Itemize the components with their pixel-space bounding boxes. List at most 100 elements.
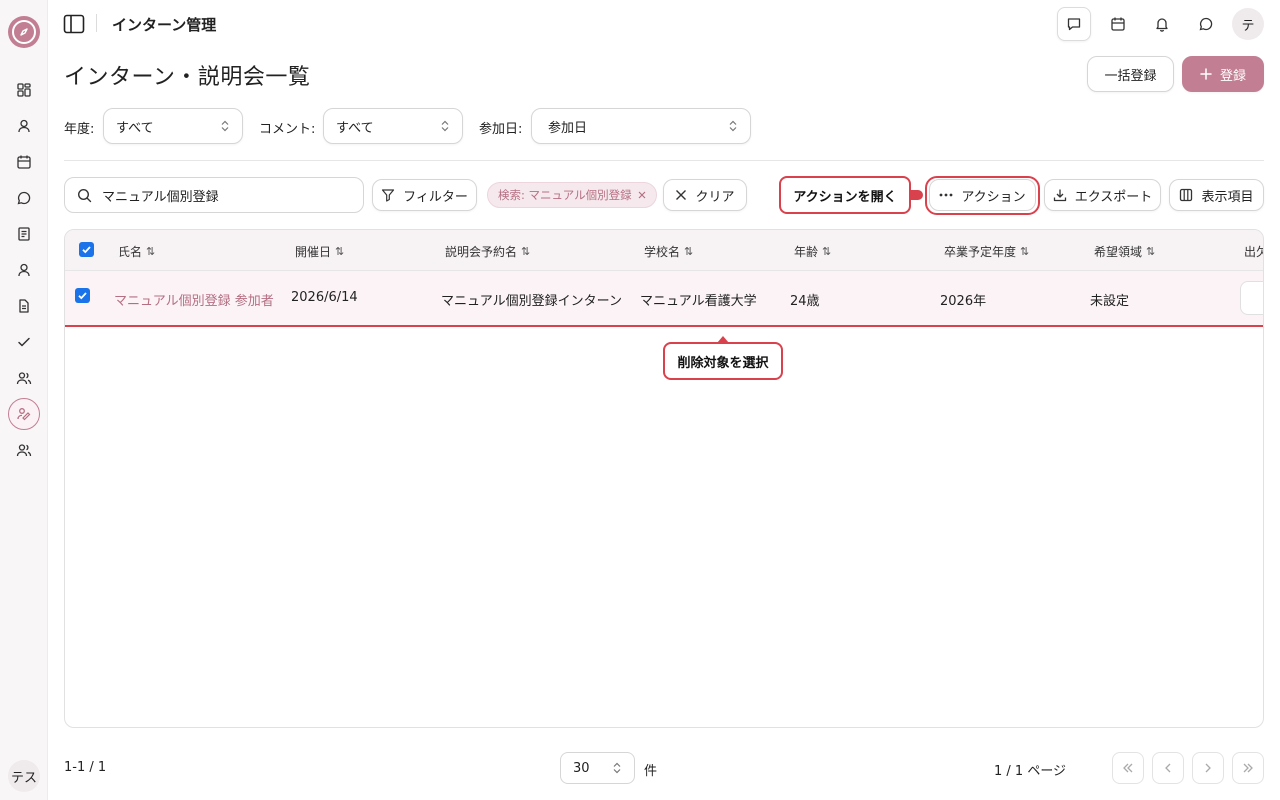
section-divider: [64, 160, 1264, 161]
page-size-select[interactable]: 30: [560, 752, 635, 784]
chevrons-right-icon: [1243, 763, 1253, 773]
column-header-date[interactable]: 開催日 ⇅: [295, 243, 344, 260]
page-info: 1 / 1 ページ: [994, 764, 1067, 779]
calendar-button[interactable]: [1101, 7, 1135, 41]
person-icon: [18, 263, 30, 277]
chevrons-left-icon: [1123, 763, 1133, 773]
messages-button[interactable]: [1057, 7, 1091, 41]
chevron-right-icon: [1205, 763, 1211, 773]
header-divider: [96, 14, 97, 32]
year-filter-label: 年度:: [64, 122, 95, 137]
next-page-button[interactable]: [1192, 752, 1224, 784]
column-header-age[interactable]: 年齢 ⇅: [794, 243, 831, 260]
sidebar-item-person[interactable]: [12, 258, 36, 282]
filter-button[interactable]: フィルター: [372, 179, 477, 211]
sidebar-item-calendar[interactable]: [12, 150, 36, 174]
compass-icon: [20, 28, 28, 36]
column-header-grad-year[interactable]: 卒業予定年度 ⇅: [944, 243, 1029, 260]
bell-icon: [1156, 18, 1168, 32]
table-header: 氏名 ⇅ 開催日 ⇅ 説明会予約名 ⇅ 学校名 ⇅ 年齢 ⇅ 卒業予定年度 ⇅ 希望領域 ⇅ …: [65, 230, 1263, 271]
sort-icon: ⇅: [822, 245, 832, 258]
sort-icon: ⇅: [521, 245, 531, 258]
page-size-unit: 件: [644, 764, 658, 779]
column-header-area[interactable]: 希望領域 ⇅: [1094, 243, 1155, 260]
bulk-register-button[interactable]: 一括登録: [1087, 56, 1174, 92]
register-label: 登録: [1219, 68, 1246, 84]
first-page-button[interactable]: [1112, 752, 1144, 784]
select-target-callout: 削除対象を選択: [663, 342, 783, 380]
sidebar-item-notebook[interactable]: [12, 222, 36, 246]
clear-button[interactable]: クリア: [663, 179, 747, 211]
date-select-value: 参加日: [548, 120, 588, 136]
register-button[interactable]: 登録: [1182, 56, 1264, 92]
chat-button[interactable]: [1189, 7, 1223, 41]
sidebar-item-users[interactable]: [12, 366, 36, 390]
chevron-left-icon: [1165, 763, 1171, 773]
download-icon: [1053, 189, 1066, 202]
date-filter-label: 参加日:: [479, 122, 523, 137]
user-icon: [18, 119, 30, 133]
calendar-icon: [17, 155, 31, 169]
participant-name-link[interactable]: マニュアル個別登録 参加者: [114, 290, 274, 309]
sort-icon: ⇅: [684, 245, 694, 258]
sidebar-item-intern[interactable]: [8, 398, 40, 430]
action-label: アクション: [961, 189, 1026, 205]
notifications-button[interactable]: [1145, 7, 1179, 41]
export-button[interactable]: エクスポート: [1044, 179, 1161, 211]
dashboard-icon: [17, 83, 31, 97]
group-icon: [16, 444, 32, 457]
attendance-button[interactable]: [1240, 281, 1263, 315]
column-header-school[interactable]: 学校名 ⇅: [644, 243, 693, 260]
cell-school: マニュアル看護大学: [640, 294, 757, 309]
app-logo[interactable]: [8, 16, 40, 48]
result-range: 1-1 / 1: [64, 760, 107, 775]
sidebar-user-avatar[interactable]: テス: [8, 760, 40, 792]
cell-date: 2026/6/14: [291, 290, 358, 305]
date-select[interactable]: 参加日: [531, 108, 751, 144]
calendar-icon: [1111, 17, 1125, 31]
close-icon[interactable]: [638, 191, 646, 199]
sort-icon: ⇅: [1020, 245, 1030, 258]
table-row[interactable]: マニュアル個別登録 参加者 2026/6/14 マニュアル個別登録インターン マ…: [65, 271, 1263, 327]
sidebar-item-dashboard[interactable]: [12, 78, 36, 102]
cell-reservation: マニュアル個別登録インターン: [441, 294, 622, 309]
page-size-value: 30: [573, 760, 590, 776]
sidebar-item-group[interactable]: [12, 438, 36, 462]
cell-grad-year: 2026年: [940, 294, 987, 309]
sidebar-item-document[interactable]: [12, 294, 36, 318]
sidebar-item-user[interactable]: [12, 114, 36, 138]
chat-icon: [17, 191, 31, 205]
more-horizontal-icon: [939, 193, 953, 197]
user-avatar[interactable]: テ: [1232, 8, 1264, 40]
comment-select[interactable]: すべて: [323, 108, 463, 144]
users-icon: [16, 372, 32, 385]
sidebar-item-check[interactable]: [12, 330, 36, 354]
check-icon: [18, 337, 30, 347]
action-button[interactable]: アクション: [929, 179, 1036, 211]
filter-label: フィルター: [403, 189, 468, 205]
column-header-reservation[interactable]: 説明会予約名 ⇅: [445, 243, 530, 260]
sidebar-item-chat[interactable]: [12, 186, 36, 210]
search-icon: [77, 188, 92, 202]
last-page-button[interactable]: [1232, 752, 1264, 784]
column-header-name[interactable]: 氏名 ⇅: [118, 243, 155, 260]
search-input[interactable]: マニュアル個別登録: [64, 177, 364, 213]
year-select[interactable]: すべて: [103, 108, 243, 144]
intern-handshake-icon: [17, 408, 31, 421]
chevron-updown-icon: [729, 120, 737, 132]
select-all-checkbox[interactable]: [79, 242, 94, 257]
page-title: インターン・説明会一覧: [64, 65, 311, 90]
app-title: インターン管理: [112, 16, 217, 34]
sidebar-toggle-icon[interactable]: [63, 13, 85, 35]
row-checkbox[interactable]: [75, 288, 90, 303]
filter-icon: [382, 189, 395, 202]
prev-page-button[interactable]: [1152, 752, 1184, 784]
column-header-attendance[interactable]: 出欠: [1244, 243, 1263, 260]
columns-button[interactable]: 表示項目: [1169, 179, 1264, 211]
plus-icon: [1200, 68, 1212, 80]
sort-icon: ⇅: [146, 245, 156, 258]
search-filter-chip[interactable]: 検索: マニュアル個別登録: [487, 182, 657, 208]
year-select-value: すべて: [116, 120, 154, 136]
columns-label: 表示項目: [1201, 189, 1254, 205]
checkmark-icon: [82, 246, 91, 254]
